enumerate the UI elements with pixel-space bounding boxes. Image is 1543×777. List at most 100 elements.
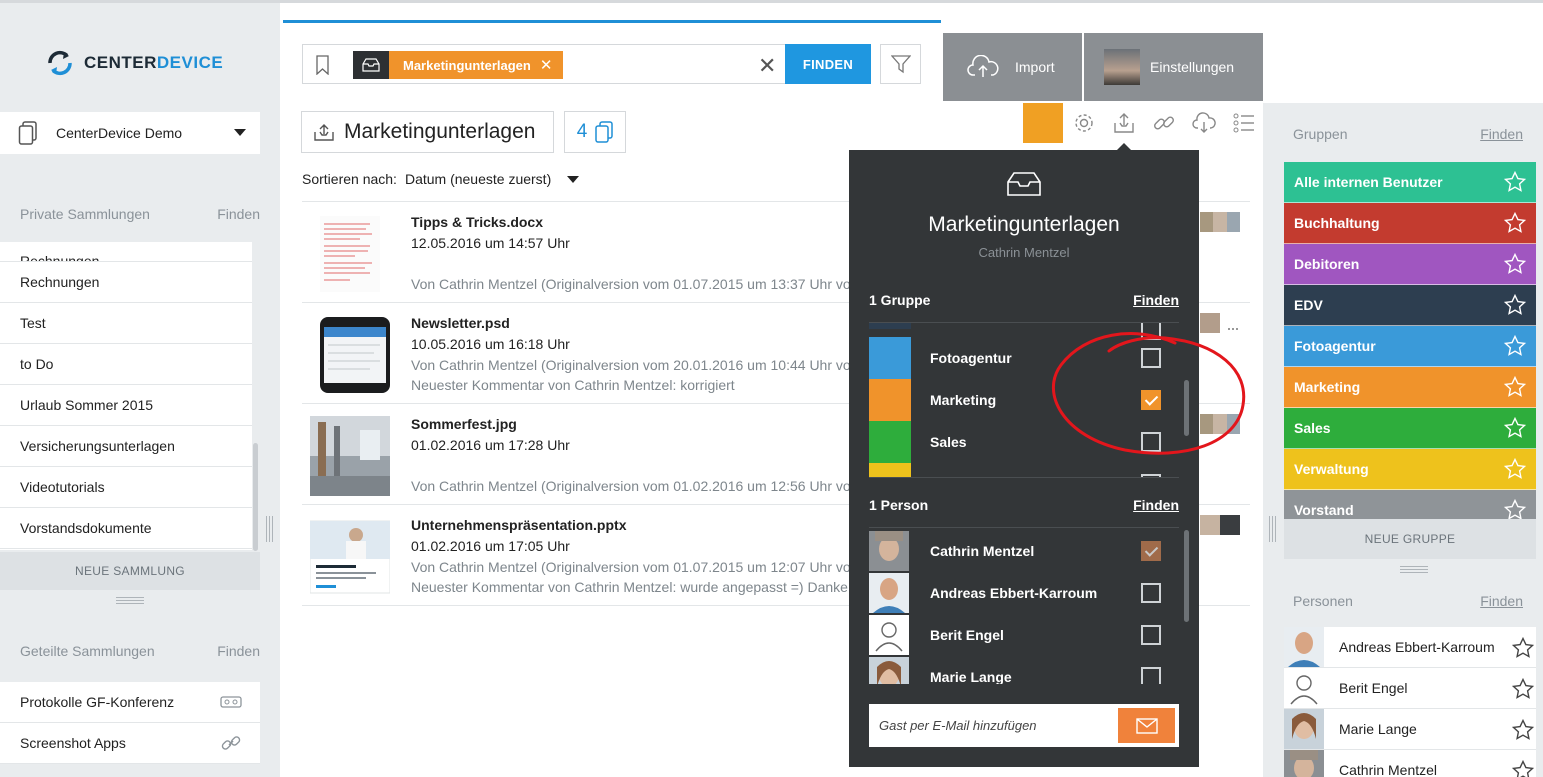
person-item[interactable]: Andreas Ebbert-Karroum bbox=[869, 572, 1179, 614]
person-checkbox-checked[interactable] bbox=[1141, 541, 1161, 561]
private-collections-title: Private Sammlungen bbox=[20, 206, 150, 222]
collection-item[interactable]: Rechnungen bbox=[0, 242, 252, 262]
star-icon[interactable] bbox=[1512, 678, 1534, 700]
document-count-value: 4 bbox=[576, 121, 588, 142]
persons-scrollbar[interactable] bbox=[1184, 530, 1189, 622]
resize-handle[interactable] bbox=[1400, 566, 1428, 573]
search-filter-chip[interactable]: Marketingunterlagen ✕ bbox=[353, 51, 563, 79]
group-row[interactable]: Alle internen Benutzer bbox=[1284, 162, 1536, 203]
star-icon[interactable] bbox=[1512, 719, 1534, 741]
group-row[interactable]: Buchhaltung bbox=[1284, 203, 1536, 244]
person-row[interactable]: Cathrin Mentzel bbox=[1284, 750, 1536, 777]
person-name: Cathrin Mentzel bbox=[930, 543, 1035, 559]
resize-handle[interactable] bbox=[116, 597, 144, 604]
link-icon[interactable] bbox=[1149, 108, 1179, 138]
import-button[interactable]: Import bbox=[943, 33, 1082, 101]
person-row[interactable]: Berit Engel bbox=[1284, 668, 1536, 709]
group-row[interactable]: Fotoagentur bbox=[1284, 326, 1536, 367]
left-panel-resize-handle[interactable] bbox=[266, 516, 273, 542]
right-panel-resize-handle[interactable] bbox=[1269, 516, 1276, 542]
person-row[interactable]: Andreas Ebbert-Karroum bbox=[1284, 627, 1536, 668]
collection-color-swatch[interactable] bbox=[1023, 103, 1063, 143]
avatar bbox=[869, 657, 909, 684]
person-item[interactable]: Berit Engel bbox=[869, 614, 1179, 656]
group-row[interactable]: Sales bbox=[1284, 408, 1536, 449]
group-row[interactable]: EDV bbox=[1284, 285, 1536, 326]
star-icon[interactable] bbox=[1512, 637, 1534, 659]
shared-collection-item[interactable]: Protokolle GF-Konferenz bbox=[0, 682, 260, 723]
document-date: 10.05.2016 um 16:18 Uhr bbox=[411, 336, 570, 352]
persons-find-link[interactable]: Finden bbox=[1133, 497, 1179, 513]
group-color bbox=[869, 323, 911, 329]
person-checkbox[interactable] bbox=[1141, 583, 1161, 603]
list-view-icon[interactable] bbox=[1229, 108, 1259, 138]
persons-panel-list: Andreas Ebbert-Karroum Berit Engel Marie… bbox=[1284, 627, 1536, 777]
star-icon[interactable] bbox=[1504, 253, 1526, 275]
group-row[interactable]: Vorstand bbox=[1284, 490, 1536, 519]
chevron-down-icon[interactable] bbox=[567, 175, 580, 183]
star-icon[interactable] bbox=[1504, 417, 1526, 439]
document-name[interactable]: Tipps & Tricks.docx bbox=[411, 214, 543, 230]
chevron-down-icon[interactable] bbox=[234, 129, 246, 136]
document-count[interactable]: 4 bbox=[564, 111, 626, 153]
chip-remove-icon[interactable]: ✕ bbox=[540, 56, 553, 74]
clear-search-icon[interactable]: ✕ bbox=[758, 53, 776, 79]
document-name[interactable]: Sommerfest.jpg bbox=[411, 416, 517, 432]
groups-panel-find[interactable]: Finden bbox=[1480, 126, 1523, 142]
star-icon[interactable] bbox=[1504, 335, 1526, 357]
popup-persons-header: 1 Person Finden bbox=[869, 497, 1179, 513]
collection-item[interactable]: Videotutorials bbox=[0, 467, 252, 508]
shared-collections-find[interactable]: Finden bbox=[217, 643, 260, 659]
avatar bbox=[1284, 627, 1324, 667]
collection-item[interactable]: to Do bbox=[0, 344, 252, 385]
cloud-download-icon[interactable] bbox=[1189, 108, 1219, 138]
new-collection-button[interactable]: NEUE SAMMLUNG bbox=[0, 552, 260, 590]
workspace-selector[interactable]: CenterDevice Demo bbox=[0, 112, 260, 154]
collection-item[interactable]: Rechnungen bbox=[0, 262, 252, 303]
person-item[interactable]: Marie Lange bbox=[869, 656, 1179, 684]
search-button[interactable]: FINDEN bbox=[785, 44, 871, 84]
gear-icon[interactable] bbox=[1069, 108, 1099, 138]
collection-item[interactable]: Urlaub Sommer 2015 bbox=[0, 385, 252, 426]
person-name: Berit Engel bbox=[930, 627, 1004, 643]
collections-scrollbar[interactable] bbox=[253, 443, 258, 551]
group-row[interactable]: Debitoren bbox=[1284, 244, 1536, 285]
star-icon[interactable] bbox=[1504, 294, 1526, 316]
star-icon[interactable] bbox=[1504, 499, 1526, 519]
star-icon[interactable] bbox=[1504, 171, 1526, 193]
star-icon[interactable] bbox=[1504, 458, 1526, 480]
document-name[interactable]: Newsletter.psd bbox=[411, 315, 510, 331]
star-icon[interactable] bbox=[1504, 376, 1526, 398]
collection-item[interactable]: Versicherungsunterlagen bbox=[0, 426, 252, 467]
collection-item[interactable]: Test bbox=[0, 303, 252, 344]
group-row[interactable]: Verwaltung bbox=[1284, 449, 1536, 490]
star-icon[interactable] bbox=[1512, 760, 1534, 777]
document-name[interactable]: Unternehmenspräsentation.pptx bbox=[411, 517, 626, 533]
shared-collection-item[interactable]: Screenshot Apps bbox=[0, 723, 260, 764]
sort-control[interactable]: Sortieren nach: Datum (neueste zuerst) bbox=[302, 171, 580, 187]
person-item[interactable]: Cathrin Mentzel bbox=[869, 530, 1179, 572]
left-sidebar: CENTERDEVICE CenterDevice Demo Private S… bbox=[0, 3, 280, 777]
brand-logo[interactable]: CENTERDEVICE bbox=[46, 49, 223, 77]
bookmark-icon[interactable] bbox=[315, 55, 330, 75]
guest-email-field[interactable]: Gast per E-Mail hinzufügen bbox=[869, 704, 1179, 747]
groups-find-link[interactable]: Finden bbox=[1133, 292, 1179, 308]
group-row[interactable]: Marketing bbox=[1284, 367, 1536, 408]
group-label: EDV bbox=[1294, 297, 1323, 313]
send-invite-button[interactable] bbox=[1118, 708, 1175, 743]
person-row[interactable]: Marie Lange bbox=[1284, 709, 1536, 750]
group-item[interactable] bbox=[869, 463, 1179, 477]
collection-item[interactable]: Vorstandsdokumente bbox=[0, 508, 252, 549]
person-checkbox[interactable] bbox=[1141, 667, 1161, 684]
popup-persons-list: Cathrin Mentzel Andreas Ebbert-Karroum B… bbox=[869, 530, 1179, 684]
star-icon[interactable] bbox=[1504, 212, 1526, 234]
settings-button[interactable]: Einstellungen bbox=[1084, 33, 1263, 101]
private-collections-find[interactable]: Finden bbox=[217, 206, 260, 222]
share-inbox-icon[interactable] bbox=[1109, 108, 1139, 138]
person-checkbox[interactable] bbox=[1141, 625, 1161, 645]
persons-panel-find[interactable]: Finden bbox=[1480, 593, 1523, 609]
new-group-button[interactable]: NEUE GRUPPE bbox=[1284, 519, 1536, 559]
workspace-name: CenterDevice Demo bbox=[56, 125, 183, 141]
sort-value[interactable]: Datum (neueste zuerst) bbox=[405, 171, 551, 187]
filter-button[interactable] bbox=[880, 44, 921, 84]
